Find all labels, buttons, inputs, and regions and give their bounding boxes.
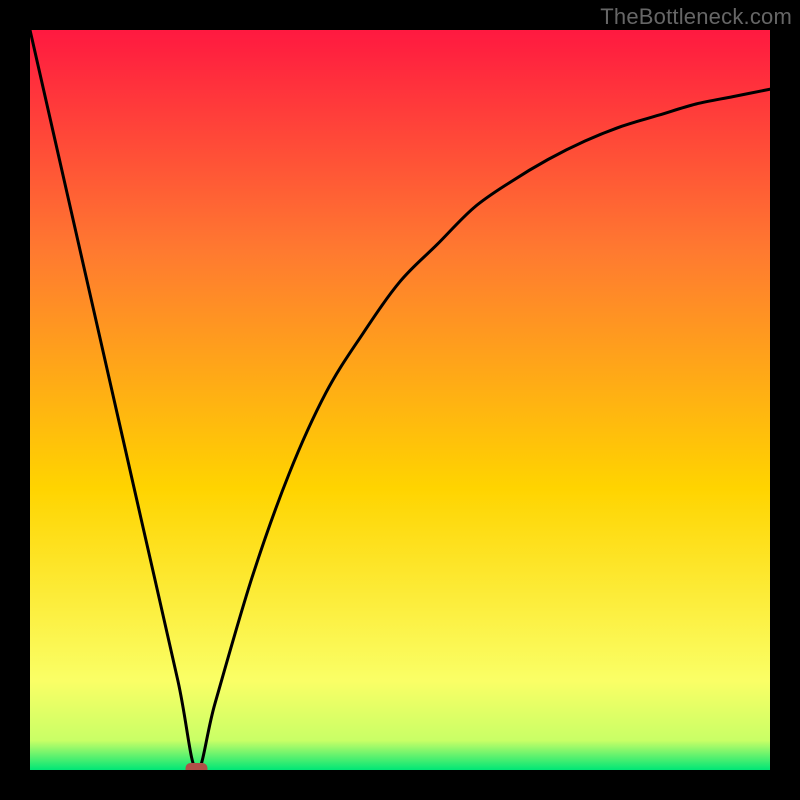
chart-svg — [30, 30, 770, 770]
gradient-bg — [30, 30, 770, 770]
min-marker — [186, 763, 208, 770]
watermark: TheBottleneck.com — [600, 4, 792, 30]
plot-area — [30, 30, 770, 770]
chart-frame: TheBottleneck.com — [0, 0, 800, 800]
